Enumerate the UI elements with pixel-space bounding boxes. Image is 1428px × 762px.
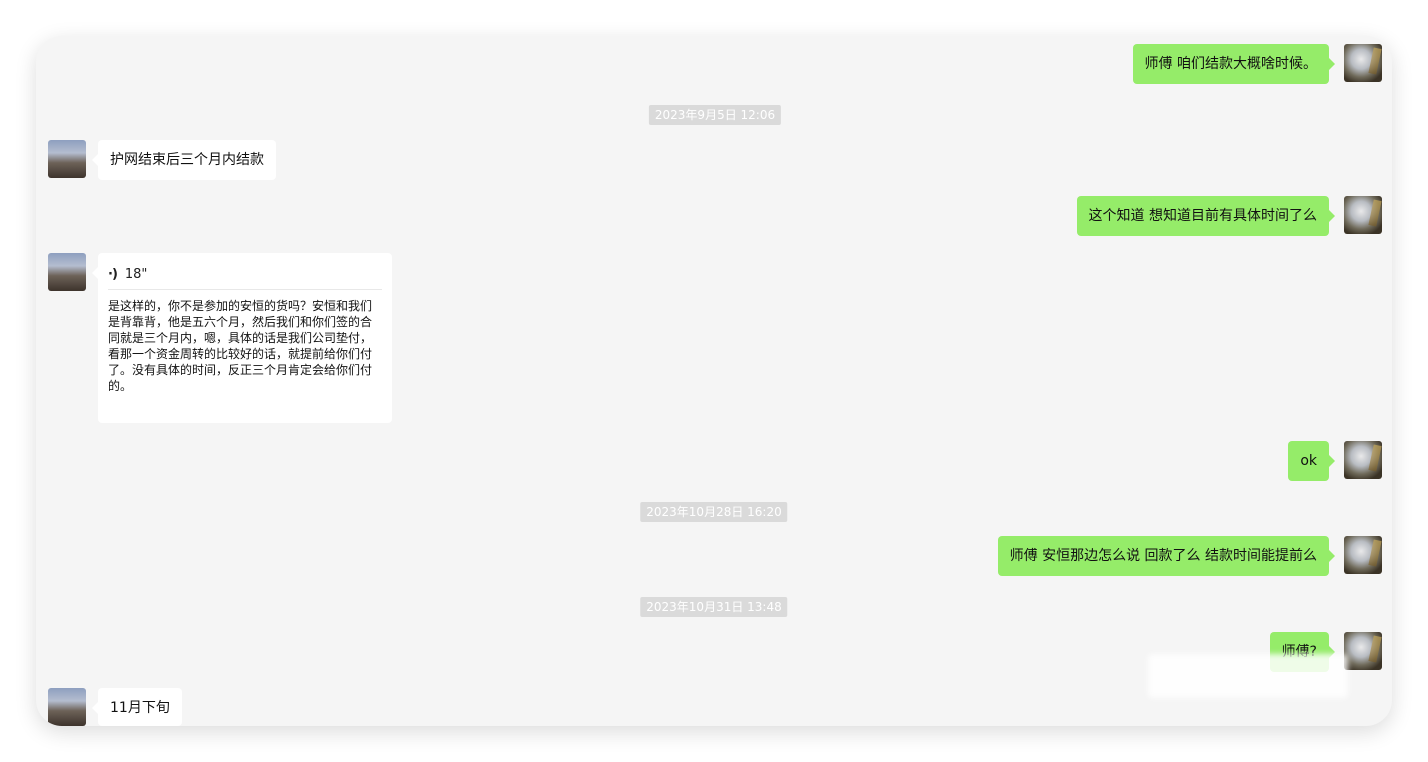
timestamp: 2023年10月31日 13:48 [640, 597, 788, 617]
message-bubble-outgoing[interactable]: ok [1288, 441, 1335, 481]
redaction-blur [1148, 654, 1348, 698]
my-avatar[interactable] [1344, 536, 1382, 574]
voice-player[interactable]: ·) 18" [108, 261, 382, 290]
voice-wave-icon: ·) [108, 267, 118, 282]
contact-avatar[interactable] [48, 253, 86, 291]
message-bubble-outgoing[interactable]: 这个知道 想知道目前有具体时间了么 [1076, 196, 1336, 236]
message-text: 这个知道 想知道目前有具体时间了么 [1088, 208, 1317, 224]
message-text: 11月下旬 [110, 700, 170, 716]
voice-duration: 18" [124, 267, 148, 282]
my-avatar[interactable] [1344, 632, 1382, 670]
message-bubble-outgoing[interactable]: 师傅 咱们结款大概啥时候。 [1132, 44, 1336, 84]
message-bubble-incoming[interactable]: 护网结束后三个月内结款 [92, 140, 276, 180]
contact-avatar[interactable] [48, 688, 86, 726]
my-avatar[interactable] [1344, 441, 1382, 479]
my-avatar[interactable] [1344, 196, 1382, 234]
message-text: 护网结束后三个月内结款 [110, 152, 264, 168]
voice-transcript: 是这样的，你不是参加的安恒的货吗？安恒和我们是背靠背，他是五六个月，然后我们和你… [108, 299, 373, 393]
chat-window: 师傅 咱们结款大概啥时候。 2023年9月5日 12:06 护网结束后三个月内结… [36, 36, 1392, 726]
message-bubble-incoming[interactable]: 11月下旬 [92, 688, 182, 726]
message-text: 师傅 安恒那边怎么说 回款了么 结款时间能提前么 [1009, 548, 1317, 564]
message-bubble-outgoing[interactable]: 师傅 安恒那边怎么说 回款了么 结款时间能提前么 [997, 536, 1336, 576]
timestamp: 2023年10月28日 16:20 [640, 502, 788, 522]
voice-message-bubble[interactable]: ·) 18" 是这样的，你不是参加的安恒的货吗？安恒和我们是背靠背，他是五六个月… [92, 253, 392, 423]
timestamp: 2023年9月5日 12:06 [648, 105, 782, 125]
contact-avatar[interactable] [48, 140, 86, 178]
message-text: 师傅 咱们结款大概啥时候。 [1144, 56, 1317, 72]
message-text: ok [1300, 453, 1317, 469]
my-avatar[interactable] [1344, 44, 1382, 82]
